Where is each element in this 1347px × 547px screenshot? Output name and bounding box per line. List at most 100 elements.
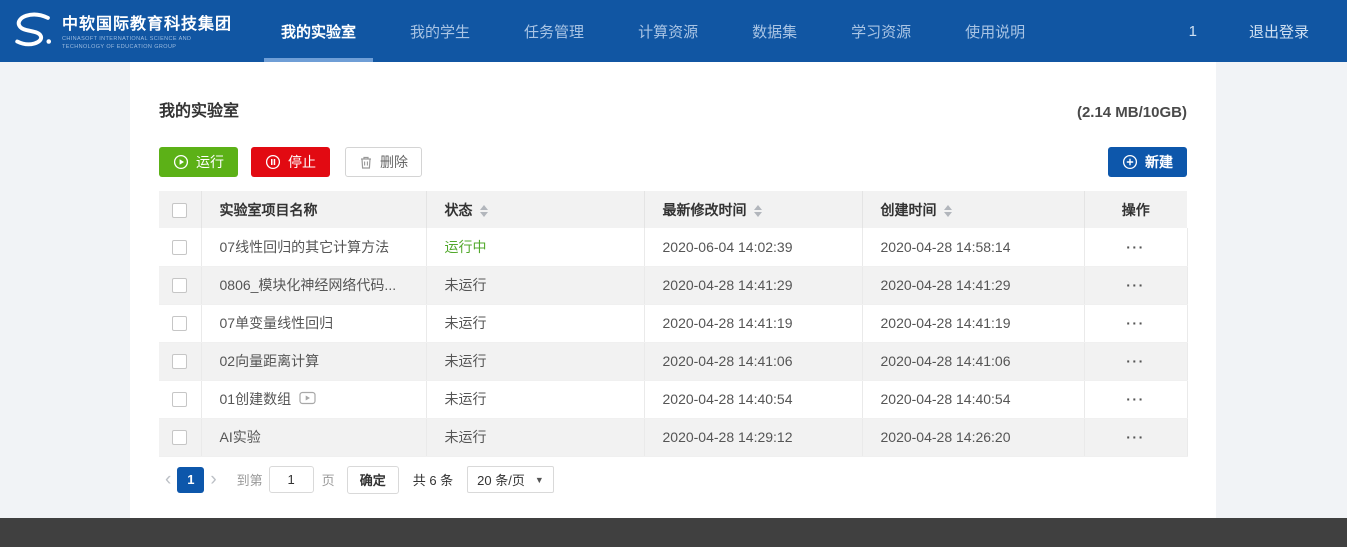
cell-status: 未运行 (426, 342, 644, 380)
page-footer (0, 518, 1347, 547)
run-button-label: 运行 (196, 152, 224, 172)
message-count[interactable]: 1 (1179, 23, 1207, 40)
nav-item[interactable]: 学习资源 (834, 0, 928, 62)
row-more-actions-button[interactable]: ··· (1126, 429, 1145, 445)
stop-button[interactable]: 停止 (251, 147, 330, 177)
delete-button[interactable]: 删除 (345, 147, 422, 177)
row-more-actions-button[interactable]: ··· (1126, 391, 1145, 407)
nav-item-label: 计算资源 (638, 21, 698, 42)
goto-page-label: 到第 (237, 470, 263, 489)
row-more-actions-button[interactable]: ··· (1126, 353, 1145, 369)
nav-item[interactable]: 我的学生 (393, 0, 487, 62)
column-header-modified: 最新修改时间 (644, 191, 862, 228)
main-content: 我的实验室 (2.14 MB/10GB) 运行 停止 (130, 62, 1216, 518)
nav-item[interactable]: 任务管理 (507, 0, 601, 62)
cell-project-name: 01创建数组 (201, 380, 426, 418)
cell-project-name: 07线性回归的其它计算方法 (201, 228, 426, 266)
page-number-button[interactable]: 1 (177, 467, 204, 493)
storage-usage: (2.14 MB/10GB) (1077, 104, 1187, 121)
prev-page-icon[interactable]: ‹ (159, 470, 177, 489)
sort-status-icon[interactable] (480, 205, 488, 217)
cell-project-name: 07单变量线性回归 (201, 304, 426, 342)
cell-status: 未运行 (426, 304, 644, 342)
nav-item[interactable]: 计算资源 (621, 0, 715, 62)
brand-subtitle: CHINASOFT INTERNATIONAL SCIENCE AND TECH… (62, 36, 232, 51)
brand-text: 中软国际教育科技集团 CHINASOFT INTERNATIONAL SCIEN… (62, 10, 232, 51)
dropdown-caret-icon: ▼ (535, 475, 544, 485)
cell-status: 未运行 (426, 380, 644, 418)
nav-item-label: 学习资源 (851, 21, 911, 42)
goto-page-input[interactable] (269, 466, 314, 493)
run-button[interactable]: 运行 (159, 147, 238, 177)
stop-button-label: 停止 (288, 152, 316, 172)
table-row: AI实验 未运行 2020-04-28 14:29:12 2020-04-28 … (159, 418, 1187, 456)
project-name-text: 02向量距离计算 (220, 351, 320, 371)
nav-item-label: 我的实验室 (281, 21, 356, 42)
page-size-select[interactable]: 20 条/页 ▼ (467, 466, 554, 493)
brand-logo-icon (10, 9, 56, 53)
pagination: ‹ 1 › 到第 页 确定 共 6 条 20 条/页 ▼ (159, 466, 1187, 494)
column-header-created: 创建时间 (862, 191, 1084, 228)
nav-item[interactable]: 数据集 (735, 0, 814, 62)
lab-table: 实验室项目名称 状态 最新修改时间 创建时间 操作 07线性回归的其它计算方法 … (159, 191, 1188, 457)
nav-item-label: 我的学生 (410, 21, 470, 42)
cell-modified-time: 2020-04-28 14:29:12 (644, 418, 862, 456)
row-more-actions-button[interactable]: ··· (1126, 315, 1145, 331)
column-header-action: 操作 (1084, 191, 1187, 228)
row-checkbox[interactable] (172, 240, 187, 255)
nav-item-label: 任务管理 (524, 21, 584, 42)
cell-created-time: 2020-04-28 14:41:29 (862, 266, 1084, 304)
project-name-text: 07线性回归的其它计算方法 (220, 237, 390, 257)
confirm-button[interactable]: 确定 (347, 466, 399, 494)
cell-status: 未运行 (426, 266, 644, 304)
select-all-checkbox[interactable] (172, 203, 187, 218)
top-navbar: 中软国际教育科技集团 CHINASOFT INTERNATIONAL SCIEN… (0, 0, 1347, 62)
table-body: 07线性回归的其它计算方法 运行中 2020-06-04 14:02:39 20… (159, 228, 1187, 456)
row-checkbox[interactable] (172, 430, 187, 445)
cell-project-name: 0806_模块化神经网络代码... (201, 266, 426, 304)
cell-project-name: AI实验 (201, 418, 426, 456)
row-more-actions-button[interactable]: ··· (1126, 239, 1145, 255)
table-row: 07线性回归的其它计算方法 运行中 2020-06-04 14:02:39 20… (159, 228, 1187, 266)
project-name-text: 01创建数组 (220, 389, 292, 409)
table-row: 07单变量线性回归 未运行 2020-04-28 14:41:19 2020-0… (159, 304, 1187, 342)
cell-modified-time: 2020-06-04 14:02:39 (644, 228, 862, 266)
cell-created-time: 2020-04-28 14:26:20 (862, 418, 1084, 456)
cell-created-time: 2020-04-28 14:58:14 (862, 228, 1084, 266)
toolbar: 运行 停止 删除 (159, 147, 1187, 177)
nav-items: 我的实验室 我的学生 任务管理 计算资源 数据集 学习资源 使用说明 (254, 0, 1052, 62)
row-checkbox[interactable] (172, 316, 187, 331)
cell-status: 运行中 (426, 228, 644, 266)
project-name-text: 07单变量线性回归 (220, 313, 334, 333)
cell-created-time: 2020-04-28 14:40:54 (862, 380, 1084, 418)
nav-item-label: 数据集 (752, 21, 797, 42)
row-more-actions-button[interactable]: ··· (1126, 277, 1145, 293)
project-name-text: AI实验 (220, 427, 261, 447)
row-checkbox[interactable] (172, 354, 187, 369)
row-checkbox[interactable] (172, 278, 187, 293)
total-count-label: 共 6 条 (413, 470, 453, 489)
nav-item[interactable]: 使用说明 (948, 0, 1042, 62)
row-checkbox[interactable] (172, 392, 187, 407)
sort-modified-icon[interactable] (754, 205, 762, 217)
next-page-icon[interactable]: › (204, 470, 222, 489)
logout-button[interactable]: 退出登录 (1249, 21, 1309, 42)
sort-created-icon[interactable] (944, 205, 952, 217)
nav-item-label: 使用说明 (965, 21, 1025, 42)
video-icon[interactable] (299, 391, 316, 408)
table-row: 01创建数组 未运行 2020-04-28 14:40:54 2020-04-2… (159, 380, 1187, 418)
table-row: 0806_模块化神经网络代码... 未运行 2020-04-28 14:41:2… (159, 266, 1187, 304)
table-header-row: 实验室项目名称 状态 最新修改时间 创建时间 操作 (159, 191, 1187, 228)
cell-modified-time: 2020-04-28 14:41:19 (644, 304, 862, 342)
create-button[interactable]: 新建 (1108, 147, 1187, 177)
project-name-text: 0806_模块化神经网络代码... (220, 275, 397, 295)
cell-created-time: 2020-04-28 14:41:06 (862, 342, 1084, 380)
pause-circle-icon (265, 154, 281, 170)
brand-title: 中软国际教育科技集团 (62, 10, 232, 34)
cell-modified-time: 2020-04-28 14:41:06 (644, 342, 862, 380)
cell-modified-time: 2020-04-28 14:41:29 (644, 266, 862, 304)
navbar-right: 1 退出登录 (1179, 21, 1309, 42)
plus-circle-icon (1122, 154, 1138, 170)
nav-item[interactable]: 我的实验室 (264, 0, 373, 62)
brand[interactable]: 中软国际教育科技集团 CHINASOFT INTERNATIONAL SCIEN… (10, 9, 232, 53)
